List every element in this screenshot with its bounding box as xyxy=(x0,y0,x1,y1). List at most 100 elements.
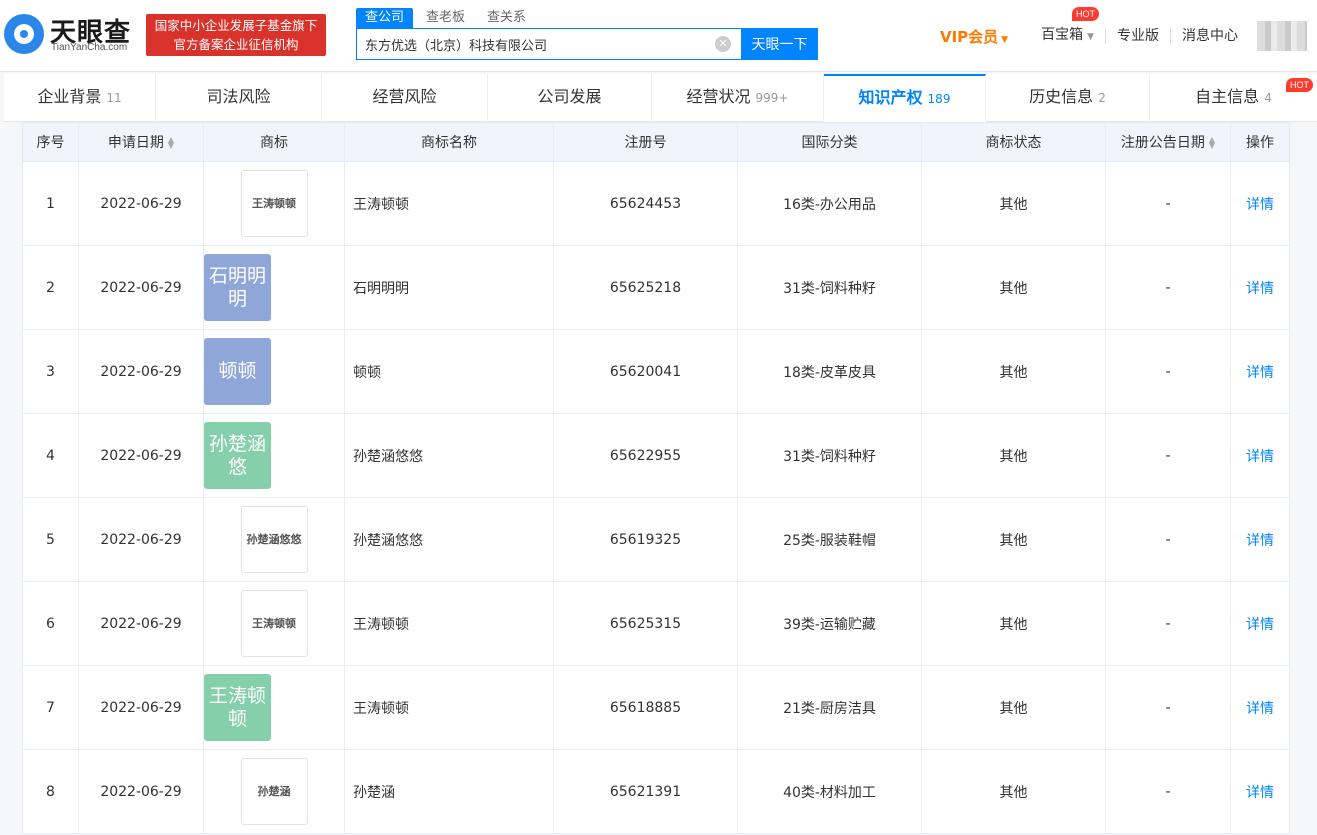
tab-label: 自主信息 xyxy=(1195,87,1260,106)
cell-pub-date: - xyxy=(1105,413,1231,498)
tab-company-development[interactable]: 公司发展 xyxy=(488,74,652,122)
cell-action: 详情 xyxy=(1230,329,1290,414)
col-header-status: 商标状态 xyxy=(921,122,1106,162)
tab-company-background[interactable]: 企业背景 11 xyxy=(4,74,156,122)
col-header-apply-date[interactable]: 申请日期 ▲ ▼ xyxy=(78,122,204,162)
cell-pub-date: - xyxy=(1105,245,1231,330)
search-tab-company[interactable]: 查公司 xyxy=(356,8,414,28)
table-row: 4 2022-06-29 孙楚涵悠 孙楚涵悠悠 65622955 31类-饲料种籽 其他 - 详… xyxy=(22,413,1290,498)
table-row: 5 2022-06-29 孙楚涵悠悠 孙楚涵悠悠 65619325 25类-服装鞋帽 其他 -… xyxy=(22,497,1290,582)
tab-label: 经营状况 xyxy=(686,87,751,106)
avatar[interactable] xyxy=(1257,21,1307,51)
section-tabs: 企业背景 11 司法风险 经营风险 公司发展 经营状况 999+ 知识产权 189 历… xyxy=(4,74,1317,122)
trademark-image[interactable]: 孙楚涵 xyxy=(240,758,308,825)
cell-action: 详情 xyxy=(1230,749,1290,834)
detail-link[interactable]: 详情 xyxy=(1246,449,1274,465)
detail-link[interactable]: 详情 xyxy=(1246,701,1274,717)
toolbox-link[interactable]: HOT 百宝箱 ▼ xyxy=(1030,7,1105,45)
detail-link[interactable]: 详情 xyxy=(1246,365,1274,381)
tab-legal-risk[interactable]: 司法风险 xyxy=(156,74,322,122)
search-tab-relation[interactable]: 查关系 xyxy=(478,8,535,28)
table-row: 7 2022-06-29 王涛顿顿 王涛顿顿 65618885 21类-厨房洁具 其他 - 详情 xyxy=(22,665,1290,750)
cell-status: 其他 xyxy=(921,749,1106,834)
cell-status: 其他 xyxy=(921,581,1106,666)
cell-apply-date: 2022-06-29 xyxy=(78,245,204,330)
tab-count: 999+ xyxy=(755,91,789,105)
trademark-image[interactable]: 王涛顿顿 xyxy=(240,170,308,237)
trademark-image[interactable]: 孙楚涵悠 xyxy=(204,422,271,489)
tab-label: 经营风险 xyxy=(372,87,437,106)
search-input[interactable] xyxy=(357,29,742,59)
table-row: 6 2022-06-29 王涛顿顿 王涛顿顿 65625315 39类-运输贮藏 其他 - 详情 xyxy=(22,581,1290,666)
tab-history[interactable]: 历史信息 2 xyxy=(986,74,1150,122)
tab-self-info[interactable]: 自主信息 4 HOT xyxy=(1150,74,1317,122)
tab-operation-risk[interactable]: 经营风险 xyxy=(322,74,488,122)
sort-icon[interactable]: ▲ ▼ xyxy=(1209,136,1215,150)
detail-link[interactable]: 详情 xyxy=(1246,785,1274,801)
trademark-image[interactable]: 顿顿 xyxy=(204,338,271,405)
toolbox-label: 百宝箱 xyxy=(1041,27,1084,43)
gov-badge-line1: 国家中小企业发展子基金旗下 xyxy=(154,18,318,33)
cell-trademark-name: 孙楚涵 xyxy=(344,749,554,834)
cell-status: 其他 xyxy=(921,413,1106,498)
cell-trademark-name: 石明明明 xyxy=(344,245,554,330)
cell-status: 其他 xyxy=(921,245,1106,330)
trademark-image[interactable]: 王涛顿顿 xyxy=(240,590,308,657)
cell-trademark-name: 王涛顿顿 xyxy=(344,161,554,246)
pro-version-link[interactable]: 专业版 xyxy=(1105,28,1170,44)
cell-action: 详情 xyxy=(1230,665,1290,750)
cell-pub-date: - xyxy=(1105,749,1231,834)
col-label: 申请日期 xyxy=(107,135,164,151)
cell-reg-no: 65624453 xyxy=(553,161,738,246)
detail-link[interactable]: 详情 xyxy=(1246,617,1274,633)
cell-action: 详情 xyxy=(1230,581,1290,666)
chevron-down-icon: ▼ xyxy=(1087,32,1094,42)
cell-status: 其他 xyxy=(921,161,1106,246)
cell-trademark: 王涛顿顿 xyxy=(203,161,345,246)
clear-icon[interactable]: ✕ xyxy=(715,36,731,52)
top-nav-links: VIP会员 ▼ HOT 百宝箱 ▼ 专业版 消息中心 xyxy=(940,0,1317,72)
cell-trademark-name: 王涛顿顿 xyxy=(344,581,554,666)
search-button[interactable]: 天眼一下 xyxy=(741,28,818,60)
cell-trademark: 王涛顿顿 xyxy=(203,665,345,750)
cell-apply-date: 2022-06-29 xyxy=(78,665,204,750)
cell-reg-no: 65622955 xyxy=(553,413,738,498)
search-tab-boss[interactable]: 查老板 xyxy=(417,8,474,28)
cell-intl-class: 21类-厨房洁具 xyxy=(737,665,922,750)
tab-label: 公司发展 xyxy=(537,87,602,106)
trademark-image[interactable]: 王涛顿顿 xyxy=(204,674,271,741)
col-header-pub-date[interactable]: 注册公告日期 ▲ ▼ xyxy=(1105,122,1231,162)
cell-intl-class: 16类-办公用品 xyxy=(737,161,922,246)
cell-index: 5 xyxy=(22,497,79,582)
cell-intl-class: 31类-饲料种籽 xyxy=(737,245,922,330)
detail-link[interactable]: 详情 xyxy=(1246,197,1274,213)
cell-index: 8 xyxy=(22,749,79,834)
cell-status: 其他 xyxy=(921,329,1106,414)
message-center-link[interactable]: 消息中心 xyxy=(1170,28,1249,44)
cell-trademark: 孙楚涵悠悠 xyxy=(203,497,345,582)
cell-trademark-name: 孙楚涵悠悠 xyxy=(344,497,554,582)
cell-index: 4 xyxy=(22,413,79,498)
cell-reg-no: 65625218 xyxy=(553,245,738,330)
site-logo[interactable]: 天眼查 TianYanCha.com xyxy=(4,10,139,58)
cell-index: 6 xyxy=(22,581,79,666)
cell-index: 7 xyxy=(22,665,79,750)
trademark-image[interactable]: 孙楚涵悠悠 xyxy=(240,506,308,573)
col-header-trademark-name: 商标名称 xyxy=(344,122,554,162)
cell-intl-class: 25类-服装鞋帽 xyxy=(737,497,922,582)
vip-member-link[interactable]: VIP会员 ▼ xyxy=(940,26,1008,47)
detail-link[interactable]: 详情 xyxy=(1246,533,1274,549)
col-label: 注册公告日期 xyxy=(1120,135,1205,151)
trademark-image[interactable]: 石明明明 xyxy=(204,254,271,321)
detail-link[interactable]: 详情 xyxy=(1246,281,1274,297)
cell-trademark: 顿顿 xyxy=(203,329,345,414)
chevron-down-icon: ▼ xyxy=(1001,34,1009,45)
tab-label: 司法风险 xyxy=(206,87,271,106)
tab-business-status[interactable]: 经营状况 999+ xyxy=(652,74,824,122)
sort-icon[interactable]: ▲ ▼ xyxy=(168,136,174,150)
table-row: 2 2022-06-29 石明明明 石明明明 65625218 31类-饲料种籽 其他 - 详情 xyxy=(22,245,1290,330)
cell-status: 其他 xyxy=(921,665,1106,750)
cell-pub-date: - xyxy=(1105,329,1231,414)
tab-intellectual-property[interactable]: 知识产权 189 xyxy=(824,74,986,122)
cell-intl-class: 18类-皮革皮具 xyxy=(737,329,922,414)
